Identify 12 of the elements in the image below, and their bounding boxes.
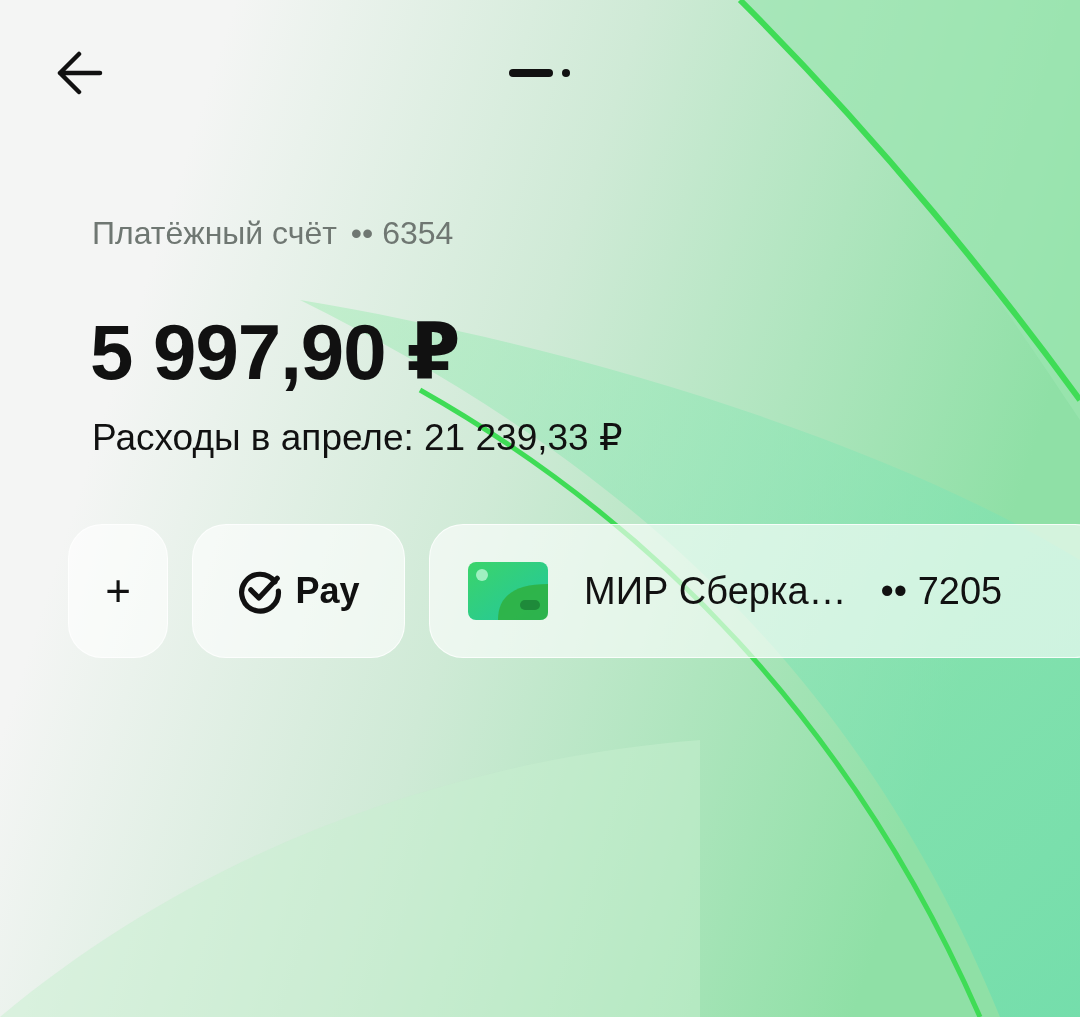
- menu-handle-icon[interactable]: [508, 67, 572, 79]
- add-button[interactable]: +: [68, 524, 168, 658]
- balance-amount: 5 997,90 ₽: [89, 307, 461, 398]
- card-number: •• 7205: [880, 569, 1003, 613]
- account-label: Платёжный счёт: [92, 215, 337, 252]
- back-arrow-icon[interactable]: [57, 51, 103, 95]
- card-icon: [468, 562, 548, 620]
- account-number: •• 6354: [350, 215, 454, 252]
- monthly-spending: Расходы в апреле: 21 239,33 ₽: [91, 416, 624, 459]
- card-name: МИР Сберка…: [584, 569, 847, 613]
- card-selector[interactable]: МИР Сберка… •• 7205: [429, 524, 1080, 658]
- pay-button[interactable]: Pay: [192, 524, 405, 658]
